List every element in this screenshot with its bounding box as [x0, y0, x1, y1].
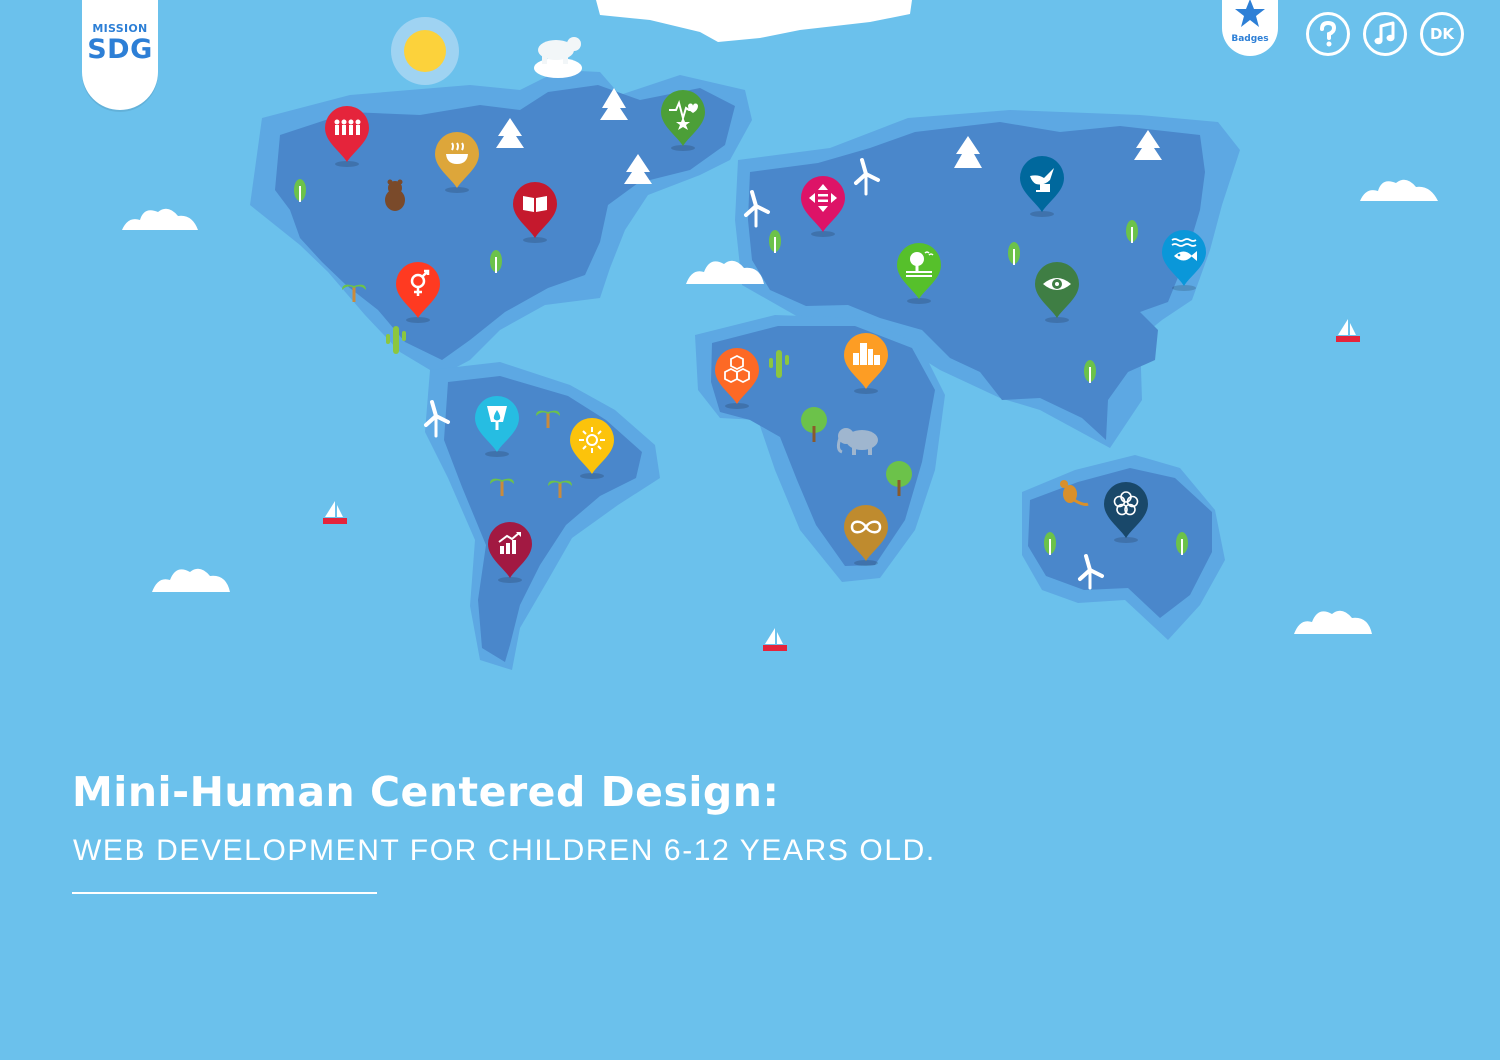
mission-sdg-logo[interactable]: MISSION SDG — [82, 0, 158, 110]
world-map — [122, 0, 1438, 670]
music-toggle-button[interactable] — [1363, 12, 1407, 56]
music-note-icon — [1374, 21, 1395, 45]
sailboat — [323, 501, 347, 524]
badges-label: Badges — [1231, 34, 1269, 44]
question-mark-icon — [1320, 20, 1337, 47]
badges-button[interactable]: Badges — [1222, 0, 1278, 56]
cloud — [1294, 610, 1372, 634]
cloud — [122, 208, 198, 230]
cloud — [1360, 179, 1438, 201]
language-label: DK — [1429, 25, 1455, 43]
sailboat — [1336, 319, 1360, 342]
cloud — [152, 568, 230, 592]
logo-bottom-text: SDG — [87, 34, 153, 65]
page-subtitle: WEB DEVELOPMENT FOR CHILDREN 6-12 YEARS … — [73, 834, 936, 867]
star-icon — [1235, 0, 1265, 27]
sun-decoration — [391, 17, 459, 85]
help-button[interactable] — [1306, 12, 1350, 56]
arctic-ice — [596, 0, 912, 42]
polar-bear-icon — [534, 37, 582, 78]
language-button[interactable]: DK — [1420, 12, 1464, 56]
page-title: Mini-Human Centered Design: — [72, 768, 780, 816]
sailboat — [763, 628, 787, 651]
title-divider — [72, 892, 377, 894]
